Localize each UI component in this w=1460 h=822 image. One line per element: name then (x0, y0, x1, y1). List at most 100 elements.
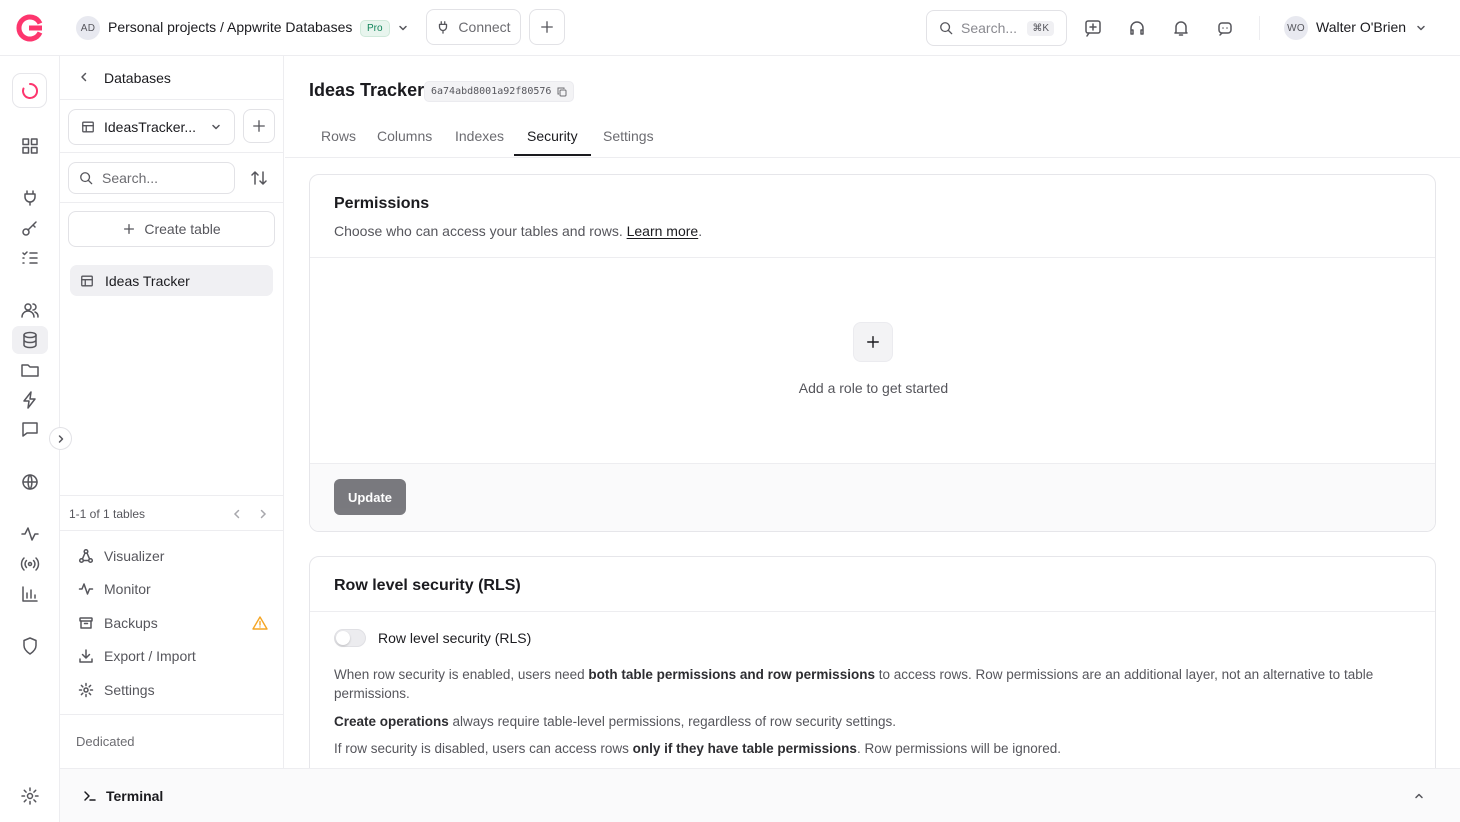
org-avatar[interactable]: AD (76, 16, 100, 40)
appwrite-logo[interactable] (16, 14, 44, 42)
shield-icon[interactable] (20, 636, 40, 656)
table-search-input[interactable]: Search... (68, 162, 235, 194)
menu-item-settings[interactable]: Settings (78, 676, 155, 704)
chevron-up-icon[interactable] (1413, 790, 1425, 802)
menu-item-label: Backups (104, 615, 158, 631)
table-id-badge[interactable]: 6a74abd8001a92f80576 (424, 81, 575, 102)
overview-icon[interactable] (20, 136, 40, 156)
broadcast-icon[interactable] (20, 554, 40, 574)
list-item[interactable]: Ideas Tracker (70, 265, 273, 296)
message-icon[interactable] (20, 420, 40, 440)
gear-icon[interactable] (20, 786, 40, 806)
add-role-button[interactable] (853, 322, 893, 362)
permissions-card: Permissions Choose who can access your t… (309, 174, 1436, 532)
empty-state-text: Add a role to get started (798, 380, 949, 396)
rls-text: If row security is disabled, users can a… (334, 741, 633, 756)
chevron-left-icon[interactable] (231, 508, 243, 520)
table-select-value: IdeasTracker... (104, 119, 197, 135)
learn-more-link[interactable]: Learn more (627, 223, 699, 239)
loading-icon (21, 82, 38, 99)
key-icon[interactable] (20, 218, 40, 238)
plug-icon[interactable] (20, 188, 40, 208)
search-box[interactable]: Search... ⌘K (926, 10, 1067, 46)
footer-label: Dedicated (76, 734, 135, 749)
menu-item-label: Monitor (104, 581, 151, 597)
rls-paragraph-3: If row security is disabled, users can a… (334, 739, 1404, 758)
tab-indexes[interactable]: Indexes (455, 128, 504, 144)
chevron-down-icon[interactable] (1415, 22, 1427, 34)
card-footer (310, 463, 1435, 531)
rls-paragraph-1: When row security is enabled, users need… (334, 665, 1404, 703)
activity-icon (78, 583, 94, 595)
activity-icon[interactable] (20, 524, 40, 544)
back-arrow-icon[interactable] (78, 71, 90, 83)
search-icon (940, 22, 953, 35)
divider (1259, 16, 1260, 40)
connect-button[interactable]: Connect (426, 9, 521, 45)
add-table-button[interactable] (243, 109, 275, 143)
project-avatar[interactable] (12, 73, 47, 108)
copy-icon[interactable] (557, 87, 567, 97)
bell-icon[interactable] (1172, 19, 1190, 37)
rls-text: When row security is enabled, users need (334, 667, 589, 682)
plus-icon (867, 336, 879, 348)
tab-rows[interactable]: Rows (321, 128, 356, 144)
expand-sidebar-button[interactable] (49, 427, 72, 450)
rls-card: Row level security (RLS) Row level secur… (309, 556, 1436, 768)
database-sidebar: Databases IdeasTracker... Search... Crea… (60, 56, 284, 768)
database-icon[interactable] (20, 330, 40, 350)
tab-columns[interactable]: Columns (377, 128, 432, 144)
tab-security[interactable]: Security (527, 128, 578, 144)
menu-item-monitor[interactable]: Monitor (78, 575, 151, 603)
chart-icon[interactable] (20, 584, 40, 604)
user-avatar[interactable]: WO (1284, 16, 1308, 40)
nav-rail (0, 56, 72, 822)
folder-icon[interactable] (20, 360, 40, 380)
terminal-icon (84, 791, 96, 801)
learn-more-suffix: . (698, 223, 703, 239)
menu-item-export-import[interactable]: Export / Import (78, 642, 196, 670)
tabs-divider (285, 157, 1460, 158)
table-icon (82, 121, 94, 133)
menu-item-backups[interactable]: Backups (78, 609, 268, 637)
bolt-icon[interactable] (20, 390, 40, 410)
divider (60, 99, 284, 100)
gear-icon (78, 682, 94, 698)
chevron-right-icon[interactable] (257, 508, 269, 520)
divider (60, 714, 284, 715)
back-title[interactable]: Databases (104, 70, 171, 86)
rls-toggle-label[interactable]: Row level security (RLS) (378, 630, 531, 646)
chevron-down-icon[interactable] (397, 22, 409, 34)
rls-toggle[interactable] (334, 629, 366, 647)
rls-paragraph-2: Create operations always require table-l… (334, 712, 1404, 731)
pagination-text: 1-1 of 1 tables (69, 507, 146, 521)
sort-icon[interactable] (250, 169, 268, 187)
terminal-bar[interactable]: Terminal (60, 768, 1460, 822)
add-button[interactable] (529, 9, 565, 45)
project-breadcrumb[interactable]: Personal projects / Appwrite Databases (108, 19, 352, 35)
rls-emphasis: Create operations (334, 714, 449, 729)
archive-icon (79, 617, 93, 629)
search-placeholder: Search... (961, 20, 1018, 36)
menu-item-visualizer[interactable]: Visualizer (78, 542, 164, 570)
menu-item-label: Export / Import (104, 648, 196, 664)
divider (310, 257, 1435, 258)
rls-text: . Row permissions will be ignored. (856, 741, 1062, 756)
users-icon[interactable] (20, 300, 40, 320)
list-check-icon[interactable] (20, 248, 40, 268)
user-name[interactable]: Walter O'Brien (1316, 19, 1406, 35)
terminal-label: Terminal (106, 788, 164, 804)
divider (310, 611, 1435, 612)
permissions-description: Choose who can access your tables and ro… (334, 223, 702, 239)
feedback-icon[interactable] (1084, 19, 1102, 37)
headset-icon[interactable] (1128, 19, 1146, 37)
divider (60, 152, 284, 153)
menu-item-label: Visualizer (104, 548, 165, 564)
update-button[interactable]: Update (334, 479, 406, 515)
create-table-button[interactable]: Create table (68, 211, 275, 247)
assistant-icon[interactable] (1216, 19, 1234, 37)
globe-icon[interactable] (20, 472, 40, 492)
visualizer-icon (78, 548, 94, 564)
tab-settings[interactable]: Settings (603, 128, 654, 144)
table-select[interactable]: IdeasTracker... (68, 109, 235, 145)
